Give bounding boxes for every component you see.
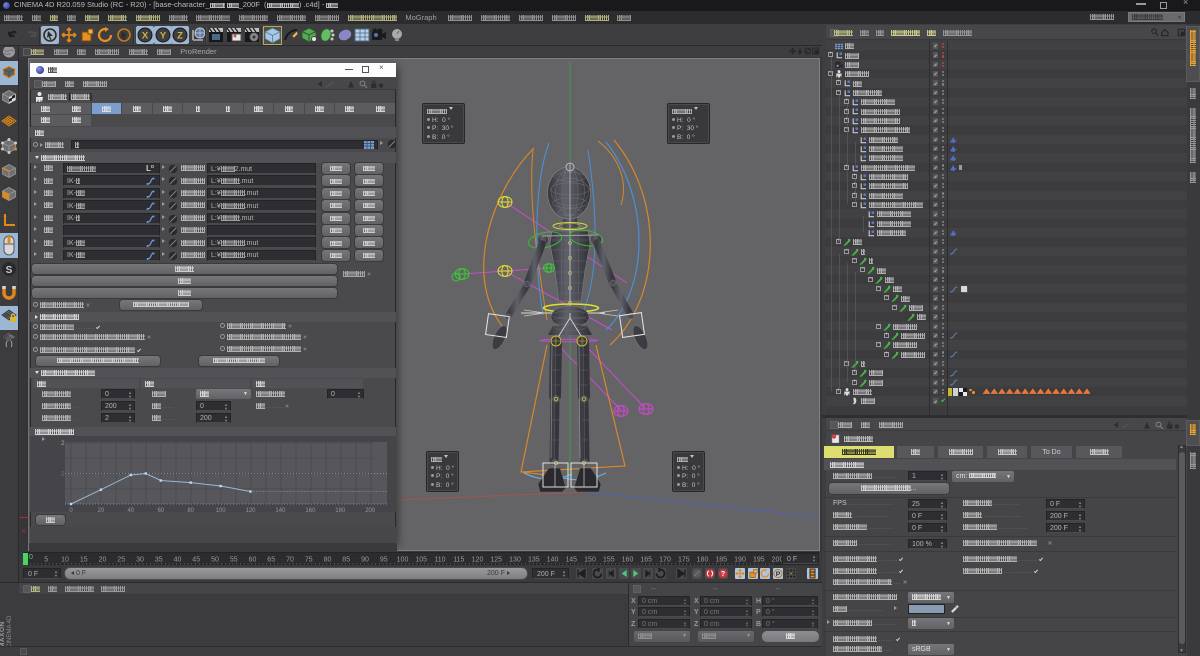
svg-text:40: 40 (174, 557, 182, 564)
svg-text:80: 80 (324, 557, 332, 564)
svg-text:130: 130 (509, 557, 521, 564)
svg-text:X: X (142, 31, 149, 42)
svg-text:175: 175 (678, 557, 690, 564)
svg-text:45: 45 (192, 557, 200, 564)
svg-text:P: P (776, 571, 781, 578)
svg-text:100: 100 (397, 557, 409, 564)
svg-text:( ): ( ) (5, 340, 13, 348)
svg-text:135: 135 (528, 557, 540, 564)
svg-text:110: 110 (434, 557, 445, 564)
svg-text:30: 30 (136, 557, 144, 564)
svg-text:60: 60 (249, 557, 257, 564)
svg-text:Z: Z (177, 31, 183, 42)
svg-text:5: 5 (44, 557, 48, 564)
svg-text:190: 190 (734, 557, 746, 564)
svg-text:125: 125 (490, 557, 502, 564)
svg-text:25: 25 (117, 557, 125, 564)
svg-text:195: 195 (753, 557, 765, 564)
svg-text:15: 15 (80, 557, 88, 564)
svg-text:115: 115 (453, 557, 464, 564)
svg-text:35: 35 (155, 557, 163, 564)
svg-text:160: 160 (622, 557, 634, 564)
svg-text:140: 140 (547, 557, 559, 564)
svg-text:70: 70 (286, 557, 294, 564)
svg-text:105: 105 (415, 557, 427, 564)
svg-text:150: 150 (584, 557, 596, 564)
svg-text:95: 95 (380, 557, 388, 564)
svg-text:85: 85 (342, 557, 350, 564)
svg-text:65: 65 (267, 557, 275, 564)
svg-text:120: 120 (472, 557, 484, 564)
svg-text:90: 90 (361, 557, 369, 564)
svg-text:145: 145 (565, 557, 577, 564)
svg-text:Y: Y (159, 31, 166, 42)
svg-text:180: 180 (697, 557, 709, 564)
svg-text:170: 170 (659, 557, 671, 564)
svg-text:55: 55 (230, 557, 238, 564)
svg-text:185: 185 (715, 557, 727, 564)
svg-text:10: 10 (61, 557, 69, 564)
svg-text:20: 20 (99, 557, 107, 564)
svg-text:50: 50 (211, 557, 219, 564)
svg-text:155: 155 (603, 557, 615, 564)
svg-text:S: S (6, 265, 13, 276)
svg-text:?: ? (721, 569, 726, 578)
svg-text:75: 75 (305, 557, 313, 564)
svg-text:165: 165 (640, 557, 652, 564)
